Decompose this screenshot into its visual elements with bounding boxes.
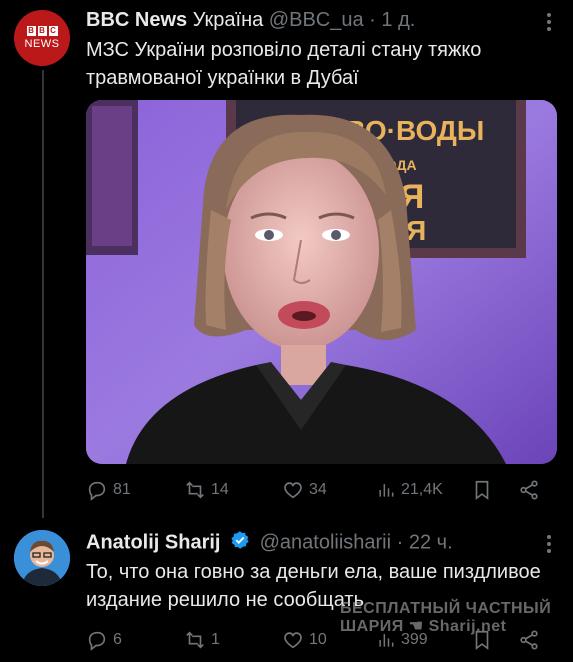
bbc-news-avatar[interactable]: B B C NEWS	[14, 10, 70, 66]
author-name[interactable]: Anatolij Sharij	[86, 531, 220, 553]
author-name-suffix[interactable]: Україна	[193, 9, 264, 31]
verified-badge-icon	[230, 530, 250, 556]
repost-button[interactable]: 1	[184, 629, 220, 651]
anatolij-sharij-avatar[interactable]	[14, 530, 70, 586]
watermark-line1: БЕСПЛАТНЫЙ ЧАСТНЫЙ	[340, 600, 552, 617]
watermark-site: Sharij.net	[428, 618, 507, 635]
repost-icon	[186, 631, 204, 649]
reply-count: 6	[113, 631, 122, 648]
heart-icon	[284, 482, 302, 499]
watermark-line2: ШАРИЯ ☚ Sharij.net	[340, 618, 551, 636]
heart-icon	[284, 632, 302, 649]
reply-count: 81	[113, 481, 131, 498]
tweet1-actions-bar: 81 14 34 21,4K	[86, 477, 551, 503]
watermark-brand: ШАРИЯ	[340, 618, 404, 635]
bbc-logo-letter: B	[26, 26, 36, 36]
avatar-portrait	[14, 530, 70, 586]
tweet1-header: BBC News Україна @BBC_ua · 1 д.	[86, 8, 415, 32]
repost-count: 1	[211, 631, 220, 648]
repost-count: 14	[211, 481, 229, 498]
like-button[interactable]: 34	[282, 479, 327, 501]
tweet2-header: Anatolij Sharij @anatoliisharii · 22 ч.	[86, 530, 453, 556]
tweet1-text: МЗС України розповіло деталі стану тяжко…	[86, 39, 482, 89]
repost-button[interactable]: 14	[184, 479, 229, 501]
more-options-icon[interactable]	[547, 535, 551, 556]
views-count: 21,4K	[401, 481, 443, 498]
reply-icon	[88, 631, 106, 651]
post-timestamp[interactable]: 1 д.	[381, 9, 415, 31]
pointing-hand-icon: ☚	[408, 618, 424, 635]
bbc-logo-blocks: B B C	[26, 26, 58, 36]
more-options-icon[interactable]	[547, 13, 551, 34]
post-timestamp[interactable]: 22 ч.	[409, 531, 453, 553]
bbc-logo-letter: B	[37, 26, 47, 36]
bookmark-icon	[475, 480, 489, 500]
like-count: 10	[309, 631, 327, 648]
author-name[interactable]: BBC News	[86, 9, 187, 31]
like-button[interactable]: 10	[282, 629, 327, 651]
reply-button[interactable]: 81	[86, 479, 131, 501]
watermark-overlay: БЕСПЛАТНЫЙ ЧАСТНЫЙ ШАРИЯ ☚ Sharij.net	[340, 600, 551, 636]
share-button[interactable]	[518, 479, 540, 501]
repost-icon	[186, 481, 204, 499]
separator-dot: ·	[369, 9, 376, 31]
author-handle[interactable]: @anatoliisharii	[260, 531, 391, 553]
thread-connector-line	[42, 70, 44, 518]
separator-dot: ·	[396, 531, 404, 554]
share-icon	[520, 480, 538, 500]
tweet1-video-media[interactable]: -ВО·ВОДЫ ВОДА ЛЯ ИЯ	[86, 100, 557, 464]
author-handle[interactable]: @BBC_ua	[269, 9, 364, 31]
reply-button[interactable]: 6	[86, 629, 122, 651]
like-count: 34	[309, 481, 327, 498]
bbc-logo-letter: C	[48, 26, 58, 36]
views-chart-icon	[379, 484, 394, 497]
reply-icon	[88, 481, 106, 501]
video-frame-illustration: -ВО·ВОДЫ ВОДА ЛЯ ИЯ	[86, 100, 557, 464]
bookmark-button[interactable]	[471, 479, 493, 501]
views-button[interactable]: 21,4K	[376, 480, 443, 500]
bbc-logo-news-text: NEWS	[24, 38, 60, 50]
